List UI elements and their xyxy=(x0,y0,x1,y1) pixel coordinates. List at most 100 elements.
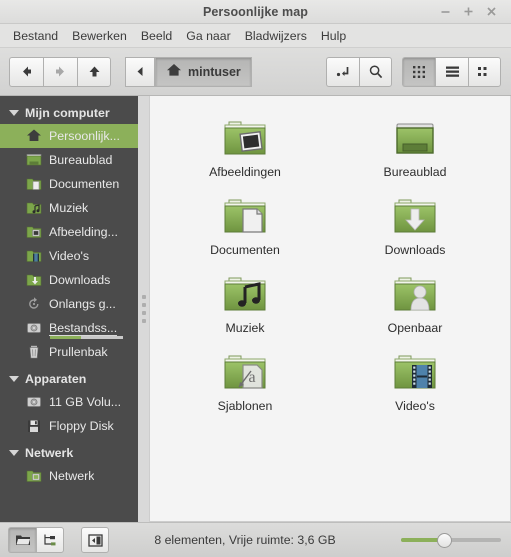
icon-view-button[interactable] xyxy=(402,56,435,87)
sidebar-item-label: Muziek xyxy=(49,201,89,215)
pictures-folder-icon xyxy=(221,114,269,162)
file-item-afbeeldingen[interactable]: Afbeeldingen xyxy=(191,110,299,188)
view-mode-group xyxy=(402,56,501,87)
close-button[interactable] xyxy=(485,5,498,18)
status-bar: 8 elementen, Vrije ruimte: 3,6 GB xyxy=(0,522,511,557)
templates-folder-icon: a xyxy=(221,348,269,396)
sidebar-item-onlangs-gebruikt[interactable]: Onlangs g... xyxy=(0,292,138,316)
sidebar-item-netwerk[interactable]: Netwerk xyxy=(0,464,138,488)
treeview-sidebar-button[interactable] xyxy=(36,527,64,553)
up-button[interactable] xyxy=(77,56,111,87)
sidebar-item-label: Prullenbak xyxy=(49,345,108,359)
navigation-button-group xyxy=(9,56,111,87)
sidebar-item-prullenbak[interactable]: Prullenbak xyxy=(0,340,138,364)
file-item-downloads[interactable]: Downloads xyxy=(361,188,469,266)
menu-beeld[interactable]: Beeld xyxy=(134,27,179,45)
chevron-down-icon xyxy=(9,376,19,382)
disk-usage-bar xyxy=(50,336,123,339)
sidebar-item-persoonlijke-map[interactable]: Persoonlijk... xyxy=(0,124,138,148)
sidebar-item-documenten[interactable]: Documenten xyxy=(0,172,138,196)
file-item-label: Openbaar xyxy=(387,321,443,335)
chevron-down-icon xyxy=(9,450,19,456)
menu-ga-naar[interactable]: Ga naar xyxy=(179,27,237,45)
trash-icon xyxy=(26,344,42,360)
floppy-icon xyxy=(26,418,42,434)
sidebar-item-muziek[interactable]: Muziek xyxy=(0,196,138,220)
status-text: 8 elementen, Vrije ruimte: 3,6 GB xyxy=(154,533,336,547)
zoom-slider-fill xyxy=(401,538,441,542)
documents-folder-icon xyxy=(26,176,42,192)
sidebar-item-label: 11 GB Volu... xyxy=(49,395,122,409)
menu-bestand[interactable]: Bestand xyxy=(6,27,65,45)
file-item-label: Afbeeldingen xyxy=(209,165,281,179)
window-body: Mijn computer Persoonlijk... Bureaublad xyxy=(0,96,511,522)
forward-button[interactable] xyxy=(43,56,77,87)
minimize-button[interactable] xyxy=(439,5,452,18)
sidebar-section-label: Apparaten xyxy=(25,372,87,386)
sidebar-item-label: Floppy Disk xyxy=(49,419,114,433)
menu-bladwijzers[interactable]: Bladwijzers xyxy=(238,27,314,45)
music-folder-icon xyxy=(26,200,42,216)
sidebar-item-label: Netwerk xyxy=(49,469,95,483)
sidebar-item-label: Documenten xyxy=(49,177,120,191)
toolbar: mintuser xyxy=(0,48,511,96)
menu-hulp[interactable]: Hulp xyxy=(314,27,353,45)
file-item-muziek[interactable]: Muziek xyxy=(191,266,299,344)
sidebar-item-label: Onlangs g... xyxy=(49,297,116,311)
toolbar-right xyxy=(326,56,501,87)
file-item-label: Documenten xyxy=(210,243,280,257)
sidebar-section-apparaten[interactable]: Apparaten xyxy=(0,368,138,390)
sidebar-item-label: Persoonlijk... xyxy=(49,129,120,143)
file-item-sjablonen[interactable]: a Sjablonen xyxy=(191,344,299,422)
list-view-button[interactable] xyxy=(435,56,468,87)
file-item-videos[interactable]: Video's xyxy=(361,344,469,422)
sidebar-section-netwerk[interactable]: Netwerk xyxy=(0,442,138,464)
window-controls xyxy=(439,5,511,18)
sidebar-item-floppy-disk[interactable]: Floppy Disk xyxy=(0,414,138,438)
compact-view-button[interactable] xyxy=(468,56,501,87)
maximize-button[interactable] xyxy=(462,5,475,18)
sidebar-section-label: Netwerk xyxy=(25,446,74,460)
desktop-folder-icon xyxy=(26,152,42,168)
file-item-label: Muziek xyxy=(225,321,265,335)
search-button[interactable] xyxy=(359,56,392,87)
documents-folder-icon xyxy=(221,192,269,240)
file-manager-window: Persoonlijke map Bestand Bewerken Beeld … xyxy=(0,0,511,557)
desktop-folder-icon xyxy=(391,114,439,162)
videos-folder-icon xyxy=(391,348,439,396)
harddisk-icon xyxy=(26,394,42,410)
file-item-openbaar[interactable]: Openbaar xyxy=(361,266,469,344)
sidebar-item-11gb-volume[interactable]: 11 GB Volu... xyxy=(0,390,138,414)
sidebar-resize-handle[interactable] xyxy=(138,96,149,522)
file-list-view[interactable]: Afbeeldingen Bureaublad Documenten Downl… xyxy=(149,96,510,522)
zoom-slider[interactable] xyxy=(401,532,501,548)
places-sidebar-button[interactable] xyxy=(8,527,36,553)
downloads-folder-icon xyxy=(391,192,439,240)
entry-search-group xyxy=(326,56,392,87)
file-item-documenten[interactable]: Documenten xyxy=(191,188,299,266)
menu-bar: Bestand Bewerken Beeld Ga naar Bladwijze… xyxy=(0,24,511,48)
zoom-slider-knob[interactable] xyxy=(437,532,452,548)
pathbar-scroll-left-button[interactable] xyxy=(125,56,155,87)
toggle-location-entry-button[interactable] xyxy=(326,56,359,87)
downloads-folder-icon xyxy=(26,272,42,288)
pictures-folder-icon xyxy=(26,224,42,240)
sidebar-section-mijn-computer[interactable]: Mijn computer xyxy=(0,102,138,124)
file-item-label: Sjablonen xyxy=(217,399,273,413)
places-sidebar: Mijn computer Persoonlijk... Bureaublad xyxy=(0,96,138,522)
sidebar-item-label: Downloads xyxy=(49,273,111,287)
menu-bewerken[interactable]: Bewerken xyxy=(65,27,134,45)
sidebar-item-bestandssysteem[interactable]: Bestandss... xyxy=(0,316,138,340)
sidebar-item-downloads[interactable]: Downloads xyxy=(0,268,138,292)
file-item-bureaublad[interactable]: Bureaublad xyxy=(361,110,469,188)
sidebar-item-videos[interactable]: Video's xyxy=(0,244,138,268)
sidebar-item-label: Bestandss... xyxy=(49,320,118,336)
sidebar-item-afbeeldingen[interactable]: Afbeelding... xyxy=(0,220,138,244)
title-bar: Persoonlijke map xyxy=(0,0,511,24)
breadcrumb-mintuser[interactable]: mintuser xyxy=(155,56,252,87)
breadcrumb-label: mintuser xyxy=(188,64,241,79)
back-button[interactable] xyxy=(9,56,43,87)
harddisk-icon xyxy=(26,320,42,336)
sidebar-item-bureaublad[interactable]: Bureaublad xyxy=(0,148,138,172)
window-title: Persoonlijke map xyxy=(202,4,309,19)
